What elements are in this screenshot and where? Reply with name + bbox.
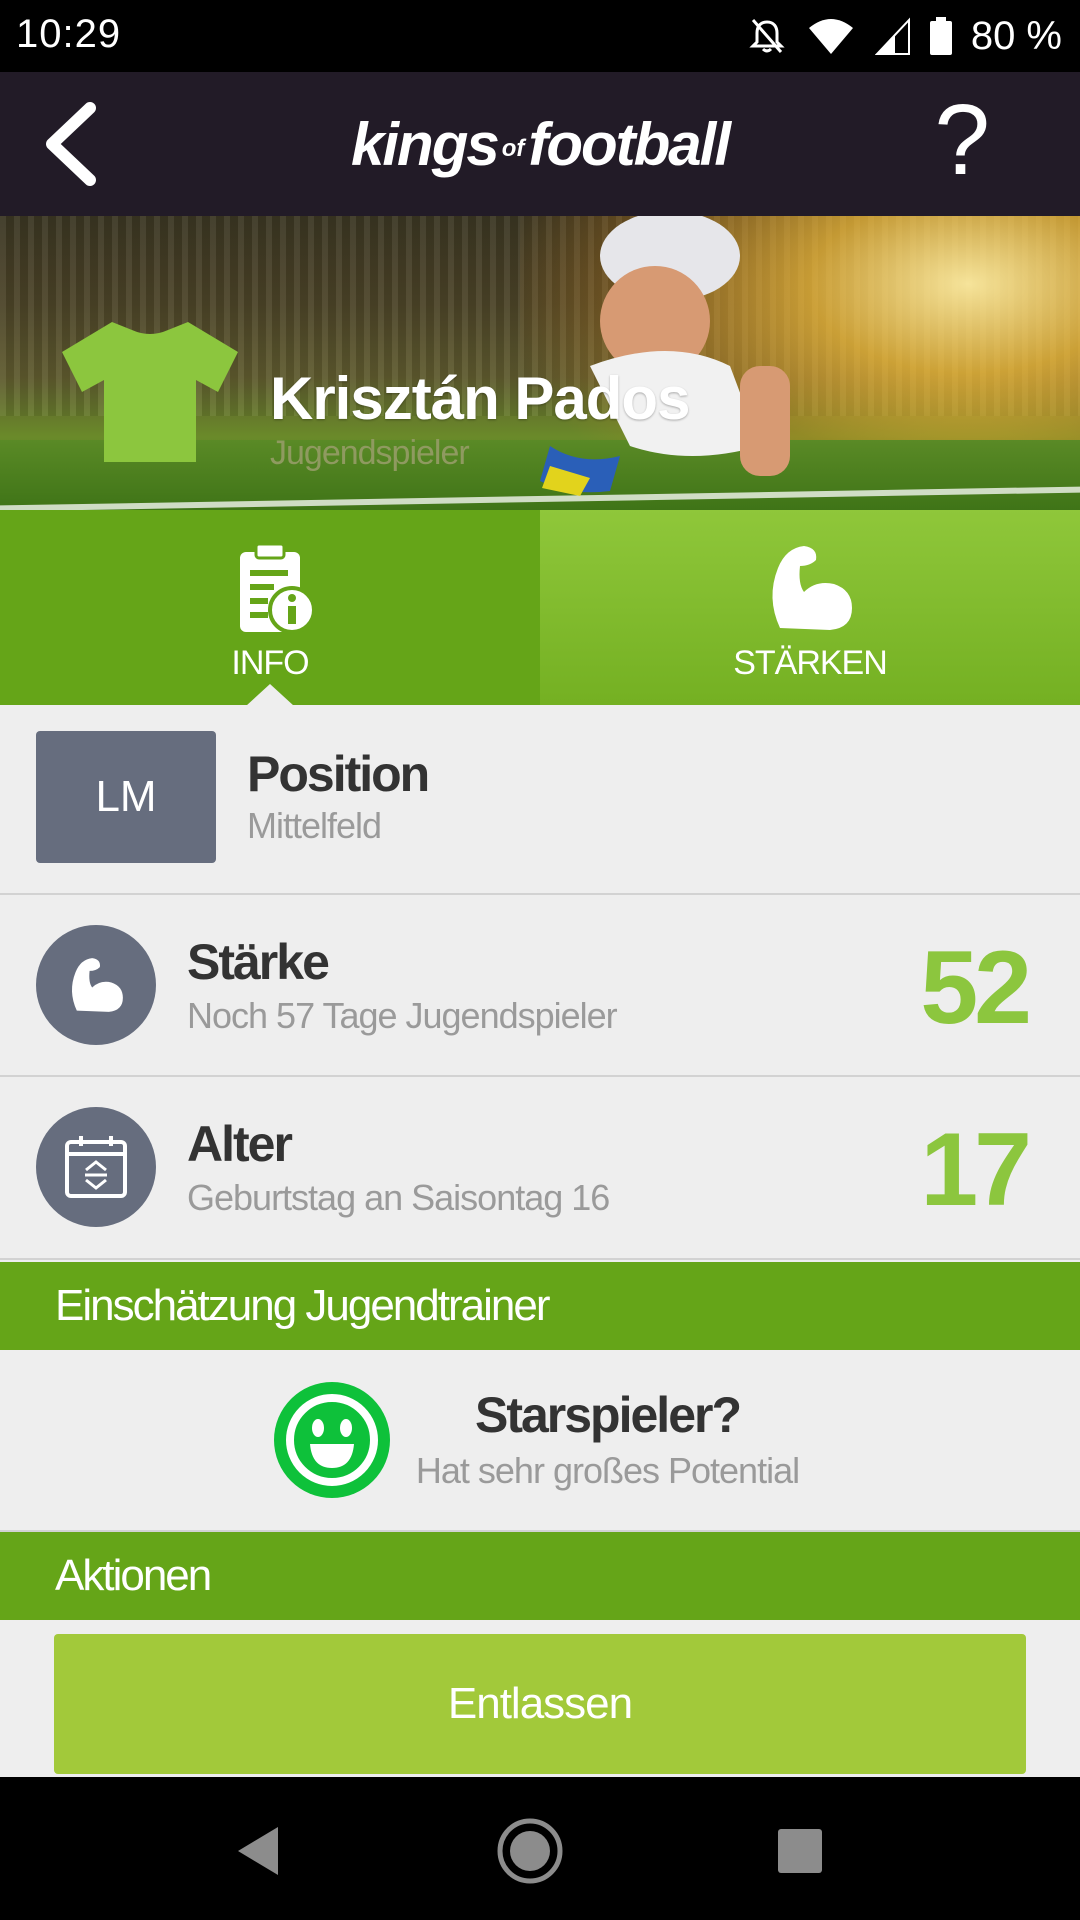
- position-title: Position: [247, 746, 430, 802]
- strength-row: Stärke Noch 57 Tage Jugendspieler 52: [0, 895, 1080, 1077]
- logo-kings: kings: [351, 111, 500, 178]
- celebrating-player-image: [540, 216, 790, 496]
- coach-title: Starspieler?: [474, 1387, 742, 1443]
- system-nav-bar: [0, 1777, 1080, 1920]
- info-content: LM Position Mittelfeld Stärke Noch 57 Ta…: [0, 705, 1080, 1777]
- dismiss-button[interactable]: Entlassen: [54, 1634, 1026, 1774]
- calendar-icon: [65, 1136, 127, 1198]
- position-row: LM Position Mittelfeld: [0, 705, 1080, 895]
- strength-value: 52: [920, 930, 1032, 1046]
- tab-info-label: INFO: [231, 644, 309, 682]
- age-icon-circle: [36, 1107, 156, 1227]
- player-name: Krisztán Pados: [270, 365, 690, 432]
- logo-of: of: [501, 135, 525, 163]
- tab-staerken-label: STÄRKEN: [733, 644, 888, 682]
- battery-icon: [929, 17, 952, 55]
- strength-icon-circle: [36, 925, 156, 1045]
- age-subtitle: Geburtstag an Saisontag 16: [187, 1177, 610, 1218]
- mute-icon: [749, 19, 785, 53]
- shirt-icon: [62, 322, 238, 462]
- age-value: 17: [920, 1112, 1032, 1228]
- wifi-icon: [808, 19, 853, 54]
- logo-football: football: [528, 111, 731, 178]
- info-document-icon: [240, 542, 316, 634]
- active-tab-indicator: [246, 684, 294, 706]
- flexed-arm-icon: [772, 546, 852, 630]
- strength-title: Stärke: [187, 934, 330, 990]
- flexed-arm-icon: [71, 958, 123, 1012]
- nav-recents-icon[interactable]: [760, 1811, 840, 1891]
- tab-bar: INFO STÄRKEN: [0, 510, 1080, 706]
- tab-info[interactable]: INFO: [0, 510, 540, 706]
- age-title: Alter: [187, 1116, 293, 1172]
- coach-assessment-row: Starspieler? Hat sehr großes Potential: [0, 1350, 1080, 1532]
- nav-home-icon[interactable]: [490, 1811, 570, 1891]
- help-button[interactable]: ?: [934, 90, 990, 190]
- coach-section-header: Einschätzung Jugendtrainer: [0, 1262, 1080, 1350]
- age-row: Alter Geburtstag an Saisontag 16 17: [0, 1077, 1080, 1260]
- position-badge: LM: [36, 731, 216, 863]
- status-time: 10:29: [16, 12, 122, 56]
- nav-back-icon[interactable]: [218, 1811, 298, 1891]
- battery-percent: 80 %: [970, 13, 1062, 58]
- tab-staerken[interactable]: STÄRKEN: [540, 510, 1080, 705]
- app-bar: kings offootball ?: [0, 72, 1080, 216]
- position-value: Mittelfeld: [247, 805, 382, 846]
- player-type: Jugendspieler: [270, 434, 470, 472]
- status-icons: 80 %: [747, 10, 1062, 62]
- signal-icon: [874, 17, 910, 55]
- status-bar: 10:29 80 %: [0, 0, 1080, 72]
- app-logo: kings offootball: [0, 110, 1080, 179]
- strength-subtitle: Noch 57 Tage Jugendspieler: [187, 995, 618, 1036]
- player-header: Krisztán Pados Jugendspieler: [0, 216, 1080, 510]
- actions-section-header: Aktionen: [0, 1532, 1080, 1620]
- coach-subtitle: Hat sehr großes Potential: [415, 1450, 800, 1491]
